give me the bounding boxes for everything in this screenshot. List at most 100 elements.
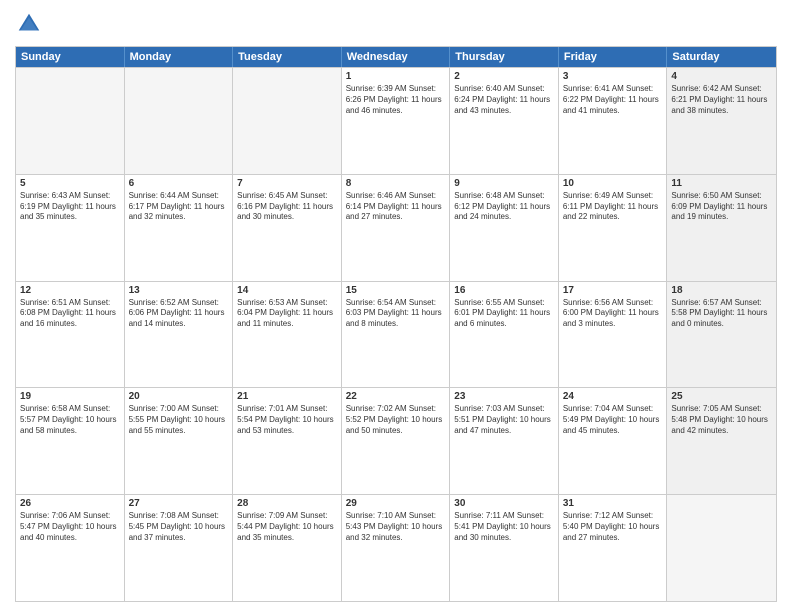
- day-number: 2: [454, 71, 554, 82]
- calendar-cell: 31 Sunrise: 7:12 AM Sunset: 5:40 PM Dayli…: [559, 495, 668, 601]
- calendar-cell: [667, 495, 776, 601]
- day-info: Sunrise: 7:11 AM Sunset: 5:41 PM Dayligh…: [454, 511, 554, 543]
- header: [15, 10, 777, 38]
- day-info: Sunrise: 7:09 AM Sunset: 5:44 PM Dayligh…: [237, 511, 337, 543]
- day-info: Sunrise: 6:49 AM Sunset: 6:11 PM Dayligh…: [563, 191, 663, 223]
- day-info: Sunrise: 7:04 AM Sunset: 5:49 PM Dayligh…: [563, 404, 663, 436]
- day-info: Sunrise: 6:41 AM Sunset: 6:22 PM Dayligh…: [563, 84, 663, 116]
- calendar-cell: [125, 68, 234, 174]
- calendar-cell: 27 Sunrise: 7:08 AM Sunset: 5:45 PM Dayli…: [125, 495, 234, 601]
- day-info: Sunrise: 6:48 AM Sunset: 6:12 PM Dayligh…: [454, 191, 554, 223]
- day-info: Sunrise: 6:50 AM Sunset: 6:09 PM Dayligh…: [671, 191, 772, 223]
- calendar-cell: 23Sunrise: 7:03 AM Sunset: 5:51 PM Dayli…: [450, 388, 559, 494]
- day-info: Sunrise: 6:55 AM Sunset: 6:01 PM Dayligh…: [454, 298, 554, 330]
- day-info: Sunrise: 7:01 AM Sunset: 5:54 PM Dayligh…: [237, 404, 337, 436]
- calendar-row: 19 Sunrise: 6:58 AM Sunset: 5:57 PM Dayli…: [16, 387, 776, 494]
- day-number: 19: [20, 391, 120, 402]
- day-number: 21: [237, 391, 337, 402]
- day-number: 18: [671, 285, 772, 296]
- day-number: 7: [237, 178, 337, 189]
- calendar-cell: 17 Sunrise: 6:56 AM Sunset: 6:00 PM Dayli…: [559, 282, 668, 388]
- day-info: Sunrise: 6:44 AM Sunset: 6:17 PM Dayligh…: [129, 191, 229, 223]
- weekday-header: Wednesday: [342, 47, 451, 67]
- day-info: Sunrise: 6:39 AM Sunset: 6:26 PM Dayligh…: [346, 84, 446, 116]
- day-number: 8: [346, 178, 446, 189]
- day-number: 9: [454, 178, 554, 189]
- calendar-cell: 2 Sunrise: 6:40 AM Sunset: 6:24 PM Daylig…: [450, 68, 559, 174]
- day-number: 10: [563, 178, 663, 189]
- day-number: 29: [346, 498, 446, 509]
- day-number: 3: [563, 71, 663, 82]
- day-info: Sunrise: 7:05 AM Sunset: 5:48 PM Dayligh…: [671, 404, 772, 436]
- day-info: Sunrise: 7:10 AM Sunset: 5:43 PM Dayligh…: [346, 511, 446, 543]
- day-number: 11: [671, 178, 772, 189]
- calendar-cell: 22Sunrise: 7:02 AM Sunset: 5:52 PM Dayli…: [342, 388, 451, 494]
- day-number: 6: [129, 178, 229, 189]
- calendar-row: 12Sunrise: 6:51 AM Sunset: 6:08 PM Dayli…: [16, 281, 776, 388]
- calendar-cell: 11 Sunrise: 6:50 AM Sunset: 6:09 PM Dayli…: [667, 175, 776, 281]
- day-info: Sunrise: 6:52 AM Sunset: 6:06 PM Dayligh…: [129, 298, 229, 330]
- day-info: Sunrise: 6:53 AM Sunset: 6:04 PM Dayligh…: [237, 298, 337, 330]
- weekday-header: Monday: [125, 47, 234, 67]
- day-number: 20: [129, 391, 229, 402]
- calendar-cell: 4Sunrise: 6:42 AM Sunset: 6:21 PM Daylig…: [667, 68, 776, 174]
- day-info: Sunrise: 6:57 AM Sunset: 5:58 PM Dayligh…: [671, 298, 772, 330]
- calendar-body: 1Sunrise: 6:39 AM Sunset: 6:26 PM Daylig…: [16, 67, 776, 601]
- day-info: Sunrise: 6:58 AM Sunset: 5:57 PM Dayligh…: [20, 404, 120, 436]
- day-number: 5: [20, 178, 120, 189]
- calendar-cell: 30 Sunrise: 7:11 AM Sunset: 5:41 PM Dayli…: [450, 495, 559, 601]
- calendar-row: 5 Sunrise: 6:43 AM Sunset: 6:19 PM Daylig…: [16, 174, 776, 281]
- logo-icon: [15, 10, 43, 38]
- calendar-cell: 7 Sunrise: 6:45 AM Sunset: 6:16 PM Daylig…: [233, 175, 342, 281]
- calendar-cell: 18 Sunrise: 6:57 AM Sunset: 5:58 PM Dayli…: [667, 282, 776, 388]
- day-number: 28: [237, 498, 337, 509]
- calendar-cell: [233, 68, 342, 174]
- calendar-cell: 25 Sunrise: 7:05 AM Sunset: 5:48 PM Dayli…: [667, 388, 776, 494]
- calendar-cell: 21 Sunrise: 7:01 AM Sunset: 5:54 PM Dayli…: [233, 388, 342, 494]
- day-info: Sunrise: 6:43 AM Sunset: 6:19 PM Dayligh…: [20, 191, 120, 223]
- calendar-cell: 28 Sunrise: 7:09 AM Sunset: 5:44 PM Dayli…: [233, 495, 342, 601]
- day-number: 30: [454, 498, 554, 509]
- day-number: 25: [671, 391, 772, 402]
- day-info: Sunrise: 7:06 AM Sunset: 5:47 PM Dayligh…: [20, 511, 120, 543]
- day-info: Sunrise: 6:42 AM Sunset: 6:21 PM Dayligh…: [671, 84, 772, 116]
- calendar-cell: 29 Sunrise: 7:10 AM Sunset: 5:43 PM Dayli…: [342, 495, 451, 601]
- day-info: Sunrise: 6:46 AM Sunset: 6:14 PM Dayligh…: [346, 191, 446, 223]
- calendar-cell: 20 Sunrise: 7:00 AM Sunset: 5:55 PM Dayli…: [125, 388, 234, 494]
- day-number: 24: [563, 391, 663, 402]
- day-info: Sunrise: 6:45 AM Sunset: 6:16 PM Dayligh…: [237, 191, 337, 223]
- calendar-cell: 16Sunrise: 6:55 AM Sunset: 6:01 PM Dayli…: [450, 282, 559, 388]
- calendar-row: 26 Sunrise: 7:06 AM Sunset: 5:47 PM Dayli…: [16, 494, 776, 601]
- calendar-cell: 19 Sunrise: 6:58 AM Sunset: 5:57 PM Dayli…: [16, 388, 125, 494]
- day-number: 13: [129, 285, 229, 296]
- weekday-header: Saturday: [667, 47, 776, 67]
- calendar-row: 1Sunrise: 6:39 AM Sunset: 6:26 PM Daylig…: [16, 67, 776, 174]
- day-number: 17: [563, 285, 663, 296]
- day-info: Sunrise: 7:12 AM Sunset: 5:40 PM Dayligh…: [563, 511, 663, 543]
- calendar-cell: 12Sunrise: 6:51 AM Sunset: 6:08 PM Dayli…: [16, 282, 125, 388]
- day-number: 12: [20, 285, 120, 296]
- weekday-header: Tuesday: [233, 47, 342, 67]
- calendar-cell: 6 Sunrise: 6:44 AM Sunset: 6:17 PM Daylig…: [125, 175, 234, 281]
- logo: [15, 10, 47, 38]
- calendar-cell: 9 Sunrise: 6:48 AM Sunset: 6:12 PM Daylig…: [450, 175, 559, 281]
- day-info: Sunrise: 7:08 AM Sunset: 5:45 PM Dayligh…: [129, 511, 229, 543]
- day-number: 23: [454, 391, 554, 402]
- day-info: Sunrise: 6:56 AM Sunset: 6:00 PM Dayligh…: [563, 298, 663, 330]
- calendar-cell: 1Sunrise: 6:39 AM Sunset: 6:26 PM Daylig…: [342, 68, 451, 174]
- calendar-cell: 24 Sunrise: 7:04 AM Sunset: 5:49 PM Dayli…: [559, 388, 668, 494]
- calendar-cell: 3 Sunrise: 6:41 AM Sunset: 6:22 PM Daylig…: [559, 68, 668, 174]
- page: SundayMondayTuesdayWednesdayThursdayFrid…: [0, 0, 792, 612]
- calendar-cell: 26 Sunrise: 7:06 AM Sunset: 5:47 PM Dayli…: [16, 495, 125, 601]
- day-info: Sunrise: 6:54 AM Sunset: 6:03 PM Dayligh…: [346, 298, 446, 330]
- day-number: 26: [20, 498, 120, 509]
- day-number: 27: [129, 498, 229, 509]
- calendar-cell: 15Sunrise: 6:54 AM Sunset: 6:03 PM Dayli…: [342, 282, 451, 388]
- day-info: Sunrise: 6:40 AM Sunset: 6:24 PM Dayligh…: [454, 84, 554, 116]
- day-number: 22: [346, 391, 446, 402]
- calendar-cell: 14 Sunrise: 6:53 AM Sunset: 6:04 PM Dayli…: [233, 282, 342, 388]
- day-info: Sunrise: 7:00 AM Sunset: 5:55 PM Dayligh…: [129, 404, 229, 436]
- calendar-cell: 13 Sunrise: 6:52 AM Sunset: 6:06 PM Dayli…: [125, 282, 234, 388]
- day-number: 31: [563, 498, 663, 509]
- day-number: 14: [237, 285, 337, 296]
